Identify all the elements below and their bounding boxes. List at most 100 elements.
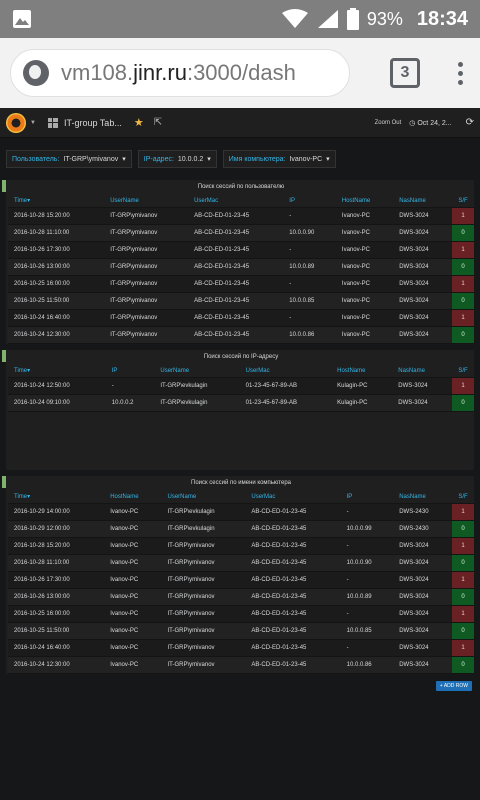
column-header[interactable]: IP (283, 194, 336, 208)
column-header[interactable]: HostName (104, 490, 162, 504)
browser-menu-button[interactable] (450, 61, 470, 85)
status-cell: 0 (452, 326, 474, 344)
table-cell: DWS-3024 (392, 394, 452, 412)
table-cell: IT-GRP\ymivanov (161, 656, 246, 674)
table-cell: 2016-10-24 16:40:00 (8, 639, 105, 657)
table-cell: IT-GRP\ymivanov (104, 207, 189, 225)
share-icon[interactable]: ⇱ (154, 117, 162, 128)
table-cell: 10.0.0.86 (340, 656, 394, 674)
table-cell: 2016-10-24 16:40:00 (8, 309, 105, 327)
table-cell: Ivanov-PC (104, 554, 162, 572)
table-cell: Ivanov-PC (335, 241, 394, 259)
tab-switcher-button[interactable]: 3 (390, 58, 420, 88)
table-cell: 2016-10-28 15:20:00 (8, 207, 105, 225)
table-cell: DWS-3024 (393, 571, 452, 589)
column-header[interactable]: UserName (104, 194, 189, 208)
status-cell: 1 (452, 639, 474, 657)
table-cell: 10.0.0.2 (105, 394, 155, 412)
signal-icon (317, 10, 338, 28)
table-cell: IT-GRP\ymivanov (161, 639, 246, 657)
status-cell: 0 (452, 554, 474, 572)
table-row: 2016-10-28 15:20:00 Ivanov-PC IT-GRP\ymiva… (8, 537, 474, 555)
table-row: 2016-10-25 16:00:00 Ivanov-PC IT-GRP\ymiva… (8, 605, 474, 623)
column-header[interactable]: NasName (393, 194, 452, 208)
table-cell: AB-CD-ED-01-23-45 (245, 588, 341, 606)
column-header[interactable]: HostName (335, 194, 394, 208)
column-header[interactable]: HostName (331, 364, 393, 378)
column-header[interactable]: IP (340, 490, 394, 504)
column-header[interactable]: UserName (154, 364, 240, 378)
dashboard-title[interactable]: IT-group Tab... (64, 118, 122, 128)
column-header[interactable]: UserMac (239, 364, 332, 378)
time-range-picker[interactable]: ◷ Oct 24, 2... (409, 119, 451, 127)
battery-percent: 93% (366, 8, 403, 29)
panel-title[interactable]: Поиск сессий по пользователю (8, 180, 474, 194)
panel-sessions-by-user: Поиск сессий по пользователю Time▾ UserNa… (2, 180, 474, 344)
column-header[interactable]: S/F (452, 490, 474, 504)
column-header[interactable]: UserMac (245, 490, 341, 504)
star-icon[interactable]: ★ (134, 116, 144, 129)
table-cell: 10.0.0.85 (283, 292, 336, 310)
table-cell: IT-GRP\ymivanov (104, 224, 189, 242)
column-header[interactable]: NasName (393, 490, 452, 504)
chevron-down-icon[interactable]: ▼ (30, 120, 36, 126)
table-cell: AB-CD-ED-01-23-45 (245, 520, 341, 538)
table-cell: Ivanov-PC (335, 292, 394, 310)
table-cell: AB-CD-ED-01-23-45 (245, 554, 341, 572)
wifi-icon (281, 9, 308, 28)
refresh-icon[interactable]: ⟳ (466, 117, 474, 128)
panel-sessions-by-ip: Поиск сессий по IP-адресу Time▾ IP UserNam… (2, 350, 474, 470)
table-cell: DWS-3024 (393, 207, 452, 225)
panel-title[interactable]: Поиск сессий по IP-адресу (8, 350, 474, 364)
table-cell: 01-23-45-67-89-AB (239, 377, 332, 395)
table-cell: IT-GRP\ymivanov (104, 326, 189, 344)
table-row: 2016-10-26 13:00:00 IT-GRP\ymivanov AB-CD-… (8, 258, 474, 276)
panel-title[interactable]: Поиск сессий по имени компьютера (8, 476, 474, 490)
template-variables: Пользователь: IT-GRP\ymivanov ▾ IP-адрес… (0, 138, 480, 174)
table-cell: AB-CD-ED-01-23-45 (188, 224, 284, 242)
column-header[interactable]: Time▾ (8, 490, 105, 504)
zoom-out-button[interactable]: Zoom Out (375, 120, 402, 126)
table-cell: 10.0.0.89 (283, 258, 336, 276)
table-row: 2016-10-25 11:50:00 IT-GRP\ymivanov AB-CD-… (8, 292, 474, 310)
table-cell: 2016-10-28 11:10:00 (8, 224, 105, 242)
table-cell: IT-GRP\ymivanov (161, 537, 246, 555)
column-header[interactable]: Time▾ (8, 194, 105, 208)
table-cell: 10.0.0.86 (283, 326, 336, 344)
column-header[interactable]: S/F (452, 194, 474, 208)
variable-ip[interactable]: IP-адрес: 10.0.0.2 ▾ (137, 150, 217, 168)
browser-toolbar: vm108.jinr.ru:3000/dash 3 (0, 38, 480, 108)
table-cell: DWS-2430 (393, 520, 452, 538)
column-header[interactable]: S/F (452, 364, 474, 378)
column-header[interactable]: NasName (392, 364, 452, 378)
variable-hostname[interactable]: Имя компьютера: Ivanov-PC ▾ (222, 150, 336, 168)
table-row: 2016-10-28 11:10:00 IT-GRP\ymivanov AB-CD-… (8, 224, 474, 242)
table-cell: IT-GRP\evkulagin (154, 377, 240, 395)
add-row-button[interactable]: + ADD ROW (435, 681, 472, 691)
table-cell: AB-CD-ED-01-23-45 (188, 258, 284, 276)
table-row: 2016-10-26 17:30:00 IT-GRP\ymivanov AB-CD-… (8, 241, 474, 259)
android-status-bar: 93% 18:34 (0, 0, 480, 38)
table-row: 2016-10-24 12:30:00 Ivanov-PC IT-GRP\ymiva… (8, 656, 474, 674)
table-cell: 2016-10-29 12:00:00 (8, 520, 105, 538)
table-cell: AB-CD-ED-01-23-45 (245, 503, 341, 521)
table-cell: Ivanov-PC (335, 207, 394, 225)
table-cell: DWS-3024 (393, 605, 452, 623)
table-cell: 2016-10-26 17:30:00 (8, 241, 105, 259)
caret-down-icon: ▾ (326, 156, 330, 163)
table-cell: - (340, 503, 394, 521)
table-row: 2016-10-25 16:00:00 IT-GRP\ymivanov AB-CD-… (8, 275, 474, 293)
grafana-logo-icon[interactable] (6, 112, 26, 133)
column-header[interactable]: UserMac (188, 194, 284, 208)
table-cell: Kulagin-PC (331, 394, 393, 412)
gallery-notification-icon (13, 10, 31, 28)
address-bar[interactable]: vm108.jinr.ru:3000/dash (10, 49, 350, 97)
column-header[interactable]: IP (105, 364, 155, 378)
table-cell: DWS-3024 (393, 326, 452, 344)
table-cell: DWS-3024 (393, 309, 452, 327)
table-row: 2016-10-28 15:20:00 IT-GRP\ymivanov AB-CD-… (8, 207, 474, 225)
column-header[interactable]: Time▾ (8, 364, 106, 378)
sessions-table: Time▾ UserName UserMac IP HostName NasName S/F… (8, 194, 474, 344)
column-header[interactable]: UserName (161, 490, 246, 504)
variable-user[interactable]: Пользователь: IT-GRP\ymivanov ▾ (6, 150, 132, 168)
